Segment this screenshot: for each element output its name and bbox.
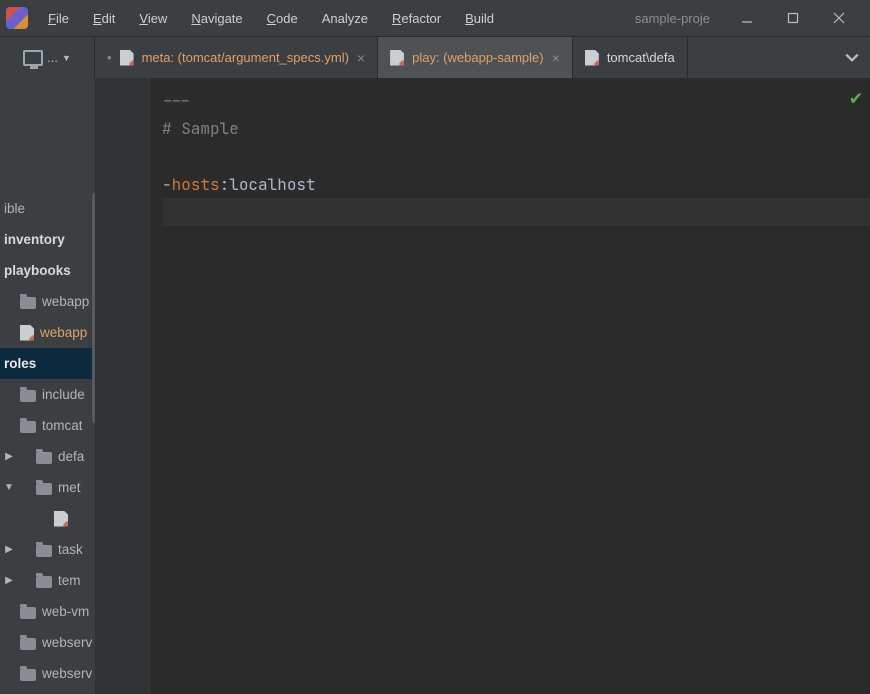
close-tab-icon[interactable]: × bbox=[552, 50, 560, 66]
sidebar-item-folder-collapsed[interactable]: ▶ defa bbox=[0, 441, 92, 472]
code-editor[interactable]: ✔ --- # Sample - hosts: localhost bbox=[150, 78, 870, 694]
folder-icon bbox=[36, 452, 52, 464]
titlebar: File Edit View Navigate Code Analyze Ref… bbox=[0, 0, 870, 36]
sidebar-item[interactable]: ible bbox=[0, 193, 92, 224]
inspection-ok-icon[interactable]: ✔ bbox=[850, 84, 862, 110]
project-sidebar[interactable]: ible inventory playbooks webapp webapp r… bbox=[0, 78, 95, 694]
navigation-combo[interactable]: ... ▼ bbox=[0, 37, 95, 78]
tab-play[interactable]: play: (webapp-sample) × bbox=[378, 37, 573, 78]
sidebar-item-folder[interactable]: webapp bbox=[0, 286, 92, 317]
menu-view[interactable]: View bbox=[129, 7, 177, 30]
tab-tomcat-defa[interactable]: tomcat\defa bbox=[573, 37, 688, 78]
dot-icon: • bbox=[107, 50, 112, 65]
code-text: - bbox=[162, 174, 172, 195]
sidebar-item-file[interactable] bbox=[0, 503, 92, 534]
menu-code[interactable]: Code bbox=[257, 7, 308, 30]
editor-gutter[interactable] bbox=[95, 78, 150, 694]
app-icon bbox=[6, 7, 28, 29]
folder-icon bbox=[20, 607, 36, 619]
sidebar-item-inventory[interactable]: inventory bbox=[0, 224, 92, 255]
tab-label: play: (webapp-sample) bbox=[412, 50, 544, 65]
tab-label: tomcat\defa bbox=[607, 50, 675, 65]
project-title: sample-proje bbox=[635, 11, 714, 26]
sidebar-item-folder[interactable]: include bbox=[0, 379, 92, 410]
expand-icon[interactable]: ▶ bbox=[4, 575, 14, 586]
folder-icon bbox=[36, 545, 52, 557]
sidebar-item-folder-collapsed[interactable]: ▶ task bbox=[0, 534, 92, 565]
expand-icon[interactable]: ▶ bbox=[4, 544, 14, 555]
editor-area: ✔ --- # Sample - hosts: localhost bbox=[95, 78, 870, 694]
yaml-file-icon bbox=[390, 50, 404, 66]
menu-analyze[interactable]: Analyze bbox=[312, 7, 378, 30]
sidebar-bottom-label: aml bbox=[0, 689, 92, 694]
sidebar-item-file[interactable]: webapp bbox=[0, 317, 92, 348]
yaml-file-icon bbox=[20, 325, 34, 341]
folder-icon bbox=[36, 576, 52, 588]
yaml-file-icon bbox=[120, 50, 134, 66]
folder-icon bbox=[20, 669, 36, 681]
close-button[interactable] bbox=[830, 9, 848, 27]
close-tab-icon[interactable]: × bbox=[357, 50, 365, 66]
nav-combo-text: ... bbox=[47, 50, 58, 65]
caret-line[interactable] bbox=[162, 198, 870, 226]
folder-icon bbox=[20, 421, 36, 433]
menu-navigate[interactable]: Navigate bbox=[181, 7, 252, 30]
main-body: ible inventory playbooks webapp webapp r… bbox=[0, 78, 870, 694]
yaml-file-icon bbox=[54, 511, 68, 527]
show-all-tabs-button[interactable] bbox=[834, 37, 870, 78]
menu-refactor[interactable]: Refactor bbox=[382, 7, 451, 30]
sidebar-item-roles[interactable]: roles bbox=[0, 348, 92, 379]
window-controls bbox=[718, 9, 864, 27]
expand-icon[interactable]: ▶ bbox=[4, 451, 14, 462]
sidebar-item-folder-expanded[interactable]: ▼ met bbox=[0, 472, 92, 503]
code-text: --- bbox=[162, 90, 191, 111]
sidebar-item-folder[interactable]: web-vm bbox=[0, 596, 92, 627]
menu-file[interactable]: File bbox=[38, 7, 79, 30]
folder-icon bbox=[36, 483, 52, 495]
code-text: : bbox=[220, 174, 230, 195]
menu-edit[interactable]: Edit bbox=[83, 7, 125, 30]
sidebar-item-playbooks[interactable]: playbooks bbox=[0, 255, 92, 286]
sidebar-item-folder[interactable]: tomcat bbox=[0, 410, 92, 441]
code-text: # Sample bbox=[162, 118, 239, 139]
folder-icon bbox=[20, 297, 36, 309]
yaml-file-icon bbox=[585, 50, 599, 66]
chevron-down-icon: ▼ bbox=[62, 53, 71, 63]
code-value: localhost bbox=[229, 174, 315, 195]
sidebar-item-folder[interactable]: webserv bbox=[0, 627, 92, 658]
collapse-icon[interactable]: ▼ bbox=[4, 482, 14, 493]
editor-tabs: • meta: (tomcat/argument_specs.yml) × pl… bbox=[95, 37, 834, 78]
menu-build[interactable]: Build bbox=[455, 7, 504, 30]
sidebar-item-folder-collapsed[interactable]: ▶ tem bbox=[0, 565, 92, 596]
folder-icon bbox=[20, 390, 36, 402]
minimize-button[interactable] bbox=[738, 9, 756, 27]
maximize-button[interactable] bbox=[784, 9, 802, 27]
tab-label: meta: (tomcat/argument_specs.yml) bbox=[142, 50, 349, 65]
tab-meta[interactable]: • meta: (tomcat/argument_specs.yml) × bbox=[95, 37, 378, 78]
folder-icon bbox=[20, 638, 36, 650]
monitor-icon bbox=[23, 50, 43, 66]
code-key: hosts bbox=[172, 174, 220, 195]
toolbar-row: ... ▼ • meta: (tomcat/argument_specs.yml… bbox=[0, 36, 870, 78]
sidebar-item-folder[interactable]: webserv bbox=[0, 658, 92, 689]
